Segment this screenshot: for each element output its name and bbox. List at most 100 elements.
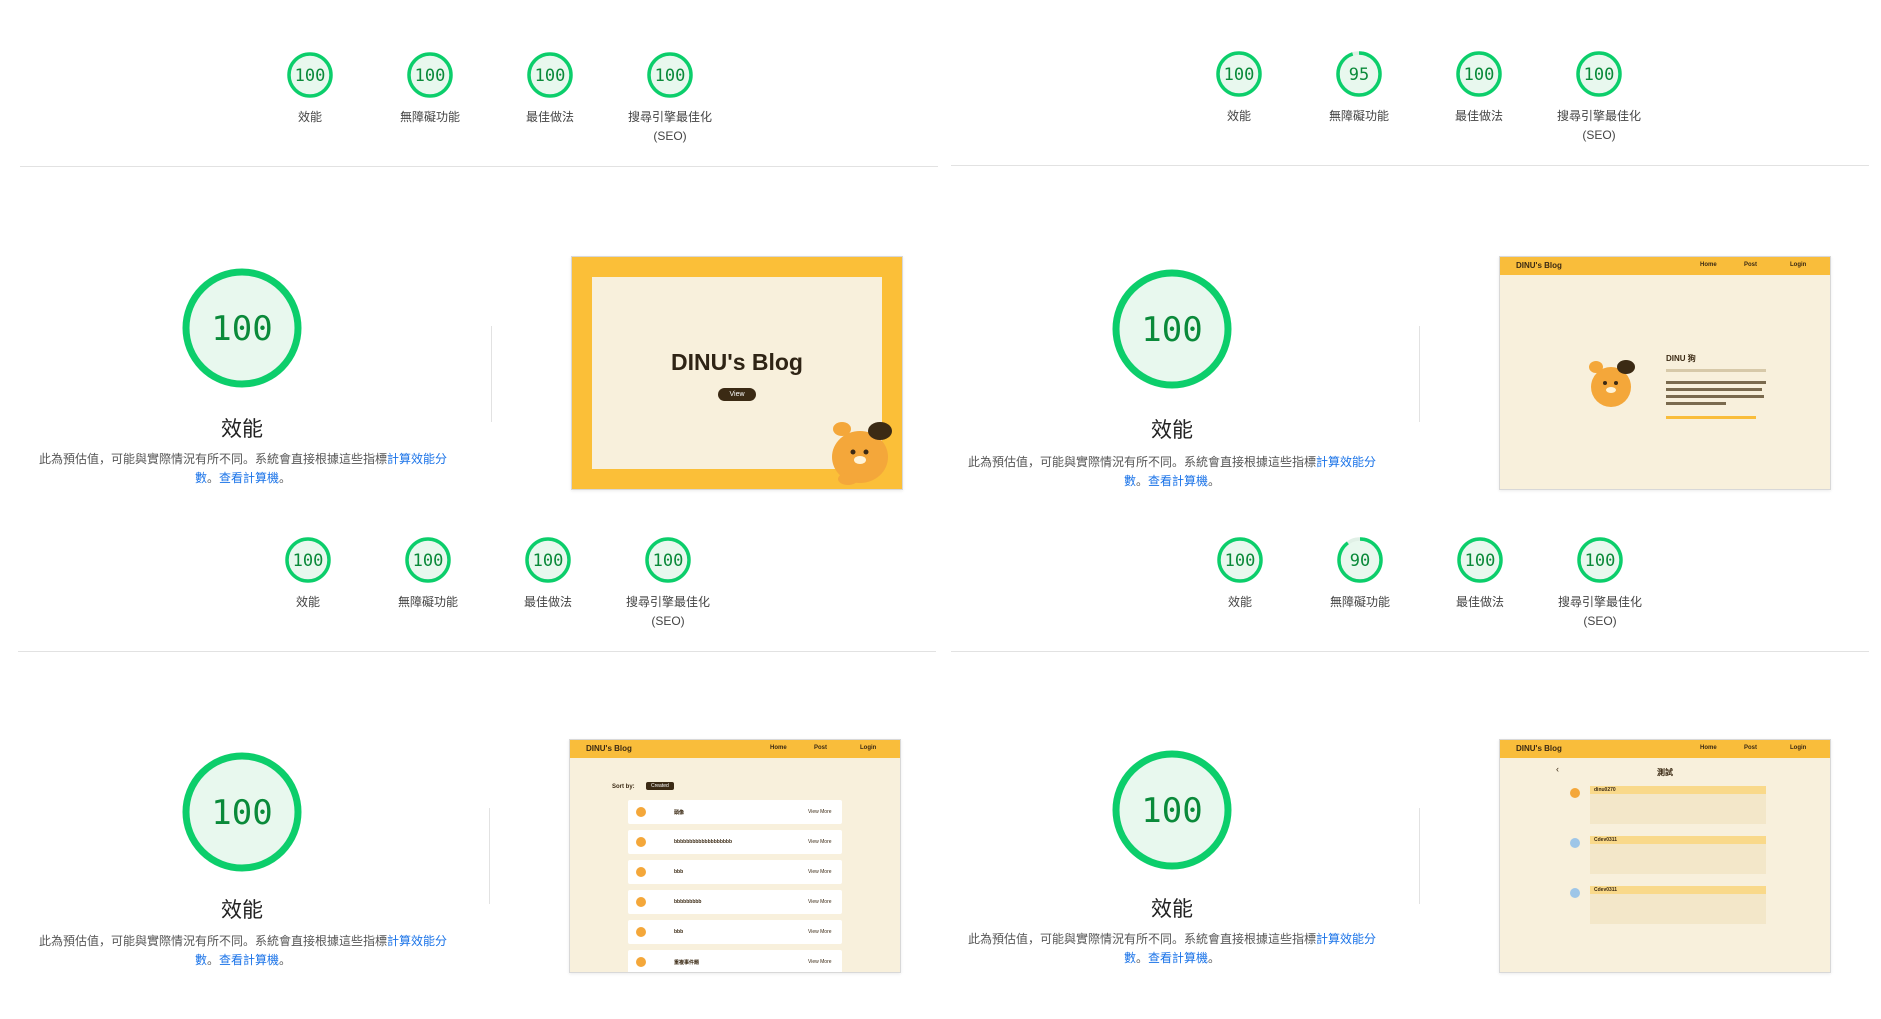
score-ring: 100 — [1457, 537, 1503, 583]
seo-abbr: (SEO) — [1582, 128, 1616, 142]
score-ring: 100 — [407, 52, 453, 98]
score-note: 此為預估值，可能與實際情況有所不同。系統會直接根據這些指標計算效能分數。查看計算… — [33, 450, 453, 488]
view-button[interactable]: View — [718, 388, 756, 401]
score-value: 100 — [1224, 65, 1255, 85]
score-value: 100 — [653, 551, 684, 571]
thumb-post-title: 重複事件題 — [674, 960, 700, 966]
gauge-label: 效能 — [1226, 109, 1251, 123]
thumb-text-line — [1666, 395, 1764, 398]
gauge-performance[interactable]: 100 效能 — [1180, 535, 1300, 612]
big-score-ring: 100 — [182, 268, 302, 388]
score-value: 100 — [295, 66, 326, 86]
gauge-performance[interactable]: 100 效能 — [250, 50, 370, 127]
big-performance-gauge[interactable]: 100 — [180, 266, 304, 395]
gauge-best-practices[interactable]: 100 最佳做法 — [1419, 49, 1539, 126]
note-sep: 。 — [1135, 474, 1148, 488]
gauge-accessibility[interactable]: 90 無障礙功能 — [1300, 535, 1420, 612]
note-end: 。 — [1208, 951, 1221, 965]
gauge-seo[interactable]: 100 搜尋引擎最佳化 (SEO) — [610, 50, 730, 146]
note-end: 。 — [279, 471, 292, 485]
score-ring: 95 — [1336, 51, 1382, 97]
gauge-best-practices[interactable]: 100 最佳做法 — [1420, 535, 1540, 612]
gauge-label: 搜尋引擎最佳化 (SEO) — [1539, 107, 1659, 145]
thumb-avatar-icon — [636, 897, 646, 907]
thumb-brand: DINU's Blog — [1516, 744, 1562, 753]
score-value: 90 — [1350, 551, 1370, 571]
thumb-post-title: bbbbbbbbbbbbbbbbbbb — [674, 839, 733, 845]
thumb-comment-body — [1590, 894, 1766, 924]
gauge-seo[interactable]: 100 搜尋引擎最佳化 (SEO) — [1540, 535, 1660, 631]
big-score-value: 100 — [211, 793, 272, 833]
view-calculator-link[interactable]: 查看計算機 — [1148, 951, 1208, 965]
view-calculator-link[interactable]: 查看計算機 — [219, 953, 279, 967]
score-value: 100 — [415, 66, 446, 86]
score-note: 此為預估值，可能與實際情況有所不同。系統會直接根據這些指標計算效能分數。查看計算… — [962, 930, 1382, 968]
thumb-text-line — [1666, 416, 1756, 419]
note-end: 。 — [1208, 474, 1221, 488]
score-value: 95 — [1349, 65, 1369, 85]
score-note: 此為預估值，可能與實際情況有所不同。系統會直接根據這些指標計算效能分數。查看計算… — [962, 453, 1382, 491]
score-ring: 100 — [1456, 51, 1502, 97]
big-performance-gauge[interactable]: 100 — [1110, 748, 1234, 877]
thumb-post-row: bbbbbbbbbbbbbbbbbbb View More — [628, 830, 842, 854]
gauge-best-practices[interactable]: 100 最佳做法 — [490, 50, 610, 127]
thumb-avatar-icon — [636, 957, 646, 967]
score-ring: 100 — [287, 52, 333, 98]
gauge-performance[interactable]: 100 效能 — [1179, 49, 1299, 126]
vertical-divider — [491, 326, 492, 422]
thumb-sort-value: Created — [646, 782, 674, 790]
page-screenshot-post-list: DINU's Blog Home Post Login Sort by: Cre… — [569, 739, 901, 973]
thumb-post-title: 測試 — [1657, 768, 1673, 777]
thumb-post-row: bbb View More — [628, 860, 842, 884]
gauge-accessibility[interactable]: 95 無障礙功能 — [1299, 49, 1419, 126]
note-text: 此為預估值，可能與實際情況有所不同。系統會直接根據這些指標 — [967, 932, 1316, 946]
thumb-text-line — [1666, 402, 1726, 405]
view-calculator-link[interactable]: 查看計算機 — [1148, 474, 1208, 488]
big-gauge-title: 效能 — [1151, 419, 1193, 442]
gauge-label: 無障礙功能 — [1329, 595, 1390, 609]
thumb-avatar-icon — [1570, 788, 1580, 798]
gauge-label: 搜尋引擎最佳化 (SEO) — [610, 108, 730, 146]
gauge-best-practices[interactable]: 100 最佳做法 — [488, 535, 608, 612]
thumb-view-more: View More — [808, 839, 832, 845]
thumb-commenter: Cdev0311 — [1594, 887, 1618, 893]
thumb-commenter: dinu0270 — [1594, 787, 1616, 793]
thumb-post-row: bbbbbbbbb View More — [628, 890, 842, 914]
gauge-label: 最佳做法 — [1454, 109, 1503, 123]
score-ring: 100 — [285, 537, 331, 583]
thumb-nav-home: Home — [1700, 262, 1717, 268]
vertical-divider — [1419, 326, 1420, 422]
note-text: 此為預估值，可能與實際情況有所不同。系統會直接根據這些指標 — [967, 455, 1316, 469]
note-text: 此為預估值，可能與實際情況有所不同。系統會直接根據這些指標 — [38, 452, 387, 466]
gauge-label: 無障礙功能 — [399, 110, 460, 124]
thumb-post-title: bbbbbbbbb — [674, 899, 702, 905]
gauge-label: 最佳做法 — [1455, 595, 1504, 609]
score-value: 100 — [533, 551, 564, 571]
gauge-seo[interactable]: 100 搜尋引擎最佳化 (SEO) — [1539, 49, 1659, 145]
big-performance-gauge[interactable]: 100 — [1110, 267, 1234, 396]
score-value: 100 — [535, 66, 566, 86]
vertical-divider — [1419, 808, 1420, 904]
gauge-accessibility[interactable]: 100 無障礙功能 — [368, 535, 488, 612]
thumb-view-more: View More — [808, 929, 832, 935]
gauge-label: 效能 — [295, 595, 320, 609]
thumb-nav-login: Login — [1790, 262, 1807, 268]
score-ring: 100 — [405, 537, 451, 583]
thumb-text-line — [1666, 369, 1766, 372]
seo-abbr: (SEO) — [653, 129, 687, 143]
thumb-commenter: Cdev0311 — [1594, 837, 1618, 843]
thumb-avatar-icon — [636, 837, 646, 847]
big-performance-gauge[interactable]: 100 — [180, 750, 304, 879]
gauge-performance[interactable]: 100 效能 — [248, 535, 368, 612]
thumb-profile-name: DINU 狗 — [1666, 354, 1696, 363]
big-score-value: 100 — [1141, 791, 1202, 831]
thumb-view-more: View More — [808, 869, 832, 875]
gauge-accessibility[interactable]: 100 無障礙功能 — [370, 50, 490, 127]
score-ring: 100 — [645, 537, 691, 583]
big-score-ring: 100 — [182, 752, 302, 872]
gauge-seo[interactable]: 100 搜尋引擎最佳化 (SEO) — [608, 535, 728, 631]
thumb-navbar: DINU's Blog Home Post Login — [1500, 257, 1830, 275]
view-calculator-link[interactable]: 查看計算機 — [219, 471, 279, 485]
landing-title: DINU's Blog — [671, 349, 803, 375]
thumb-nav-post: Post — [1744, 262, 1758, 268]
